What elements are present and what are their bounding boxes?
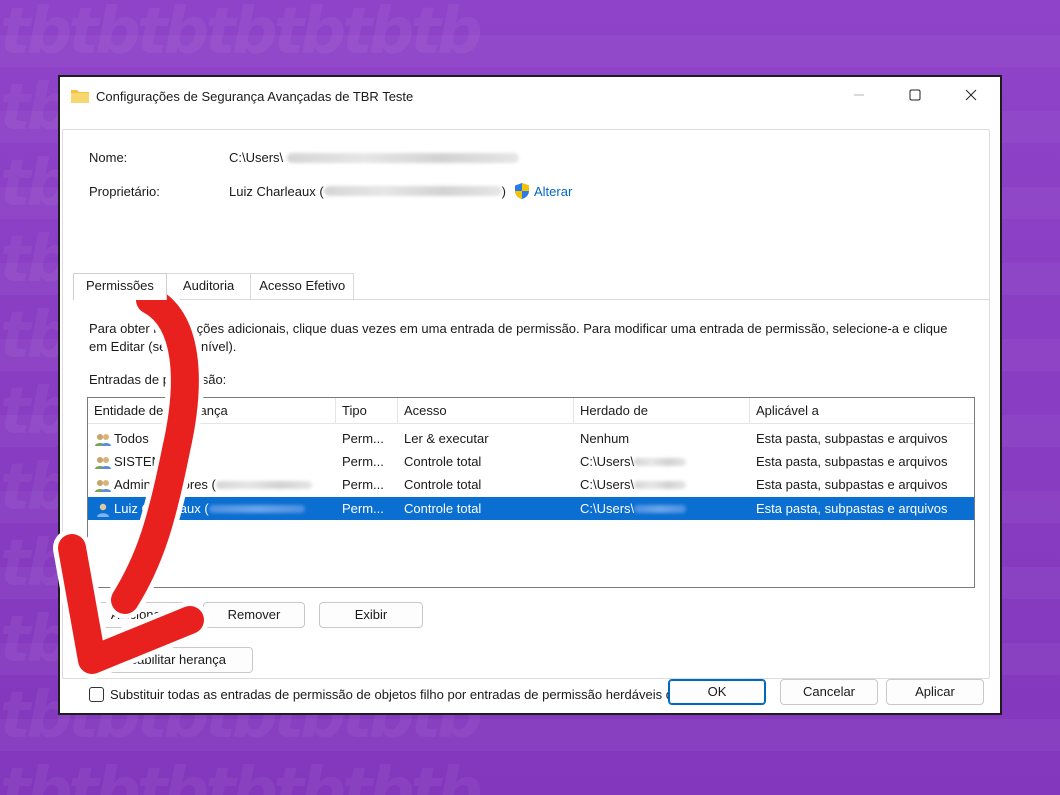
inherited-text: C:\Users\ xyxy=(580,454,635,469)
col-inherited-from[interactable]: Herdado de xyxy=(574,398,750,424)
close-icon xyxy=(965,89,977,101)
add-button[interactable]: Adicionar xyxy=(87,602,189,628)
applies-cell: Esta pasta, subpastas e arquivos xyxy=(756,477,948,492)
replace-child-permissions-checkbox[interactable] xyxy=(89,687,104,702)
col-type[interactable]: Tipo xyxy=(336,398,398,424)
redacted-username xyxy=(634,505,687,513)
principal-cell: SISTEMA xyxy=(94,450,334,473)
principal-name: Todos xyxy=(114,431,149,446)
applies-cell: Esta pasta, subpastas e arquivos xyxy=(756,454,948,469)
group-users-icon xyxy=(95,456,111,469)
name-value: C:\Users\ xyxy=(229,150,520,165)
replace-child-permissions-label: Substituir todas as entradas de permissã… xyxy=(110,687,740,702)
col-principal[interactable]: Entidade de segurança xyxy=(88,398,336,424)
type-cell: Perm... xyxy=(342,477,384,492)
type-cell: Perm... xyxy=(342,454,384,469)
uac-shield-icon xyxy=(515,183,529,199)
redacted-username xyxy=(634,458,687,466)
minimize-icon xyxy=(854,94,864,96)
ok-button[interactable]: OK xyxy=(668,679,766,705)
inherited-cell: C:\Users\ xyxy=(580,497,750,520)
tab-permissions[interactable]: Permissões xyxy=(73,273,167,300)
owner-value: Luiz Charleaux ( ) Alterar xyxy=(229,182,572,200)
inherited-cell: C:\Users\ xyxy=(580,450,750,473)
maximize-icon xyxy=(909,89,921,101)
col-access[interactable]: Acesso xyxy=(398,398,574,424)
table-row[interactable]: Administradores ( Perm... Controle total… xyxy=(88,473,974,496)
title-bar[interactable]: Configurações de Segurança Avançadas de … xyxy=(60,77,1000,117)
window-title: Configurações de Segurança Avançadas de … xyxy=(96,89,414,104)
principal-cell: Luiz Charleaux ( xyxy=(94,497,334,520)
applies-cell: Esta pasta, subpastas e arquivos xyxy=(756,501,948,516)
tab-effective-access[interactable]: Acesso Efetivo xyxy=(250,273,355,299)
group-users-icon xyxy=(95,479,111,492)
redacted-username xyxy=(634,481,687,489)
inherited-cell: Nenhum xyxy=(580,431,630,446)
remove-button[interactable]: Remover xyxy=(203,602,305,628)
principal-name: Luiz Charleaux ( xyxy=(114,501,209,516)
table-row[interactable]: Todos Perm... Ler & executar Nenhum Esta… xyxy=(88,427,974,450)
permission-entries-list[interactable]: Entidade de segurança Tipo Acesso Herdad… xyxy=(87,397,975,588)
inherited-text: C:\Users\ xyxy=(580,477,635,492)
disable-inheritance-button[interactable]: Desabilitar herança xyxy=(87,647,253,673)
apply-button[interactable]: Aplicar xyxy=(886,679,984,705)
maximize-button[interactable] xyxy=(892,77,938,113)
cancel-button[interactable]: Cancelar xyxy=(780,679,878,705)
minimize-button[interactable] xyxy=(836,77,882,113)
owner-name: Luiz Charleaux ( xyxy=(229,183,324,199)
access-cell: Controle total xyxy=(404,454,482,469)
redacted-user-email xyxy=(208,505,305,513)
close-button[interactable] xyxy=(948,77,994,113)
col-applies-to[interactable]: Aplicável a xyxy=(750,398,974,424)
applies-cell: Esta pasta, subpastas e arquivos xyxy=(756,431,948,446)
redacted-path xyxy=(287,152,520,163)
owner-name-end: ) xyxy=(501,183,506,199)
inherited-text: C:\Users\ xyxy=(580,501,635,516)
principal-cell: Administradores ( xyxy=(94,473,334,496)
redacted-owner-email xyxy=(323,186,502,196)
tab-bar: Permissões Auditoria Acesso Efetivo xyxy=(73,273,355,300)
table-row[interactable]: SISTEMA Perm... Controle total C:\Users\… xyxy=(88,450,974,473)
security-settings-window: Configurações de Segurança Avançadas de … xyxy=(58,75,1002,715)
access-cell: Controle total xyxy=(404,501,482,516)
folder-icon xyxy=(71,90,89,103)
tab-auditing[interactable]: Auditoria xyxy=(165,273,252,299)
list-header: Entidade de segurança Tipo Acesso Herdad… xyxy=(88,398,974,424)
owner-label: Proprietário: xyxy=(89,184,160,199)
replace-child-permissions-option[interactable]: Substituir todas as entradas de permissã… xyxy=(89,687,739,702)
content-area: Nome: C:\Users\ Proprietário: Luiz Charl… xyxy=(62,129,990,702)
inherited-cell: C:\Users\ xyxy=(580,473,750,496)
change-owner-link[interactable]: Alterar xyxy=(534,184,572,199)
info-text: Para obter informações adicionais, cliqu… xyxy=(89,321,948,354)
view-button[interactable]: Exibir xyxy=(319,602,423,628)
redacted-group-host xyxy=(215,481,312,489)
access-cell: Ler & executar xyxy=(404,431,489,446)
entries-label: Entradas de permissão: xyxy=(89,372,227,387)
principal-name: Administradores ( xyxy=(114,477,216,492)
table-row-selected[interactable]: Luiz Charleaux ( Perm... Controle total … xyxy=(88,497,974,520)
principal-name: SISTEMA xyxy=(114,454,172,469)
name-label: Nome: xyxy=(89,150,128,165)
single-user-icon xyxy=(97,503,109,517)
access-cell: Controle total xyxy=(404,477,482,492)
principal-cell: Todos xyxy=(94,427,334,450)
group-users-icon xyxy=(95,433,111,446)
type-cell: Perm... xyxy=(342,431,384,446)
type-cell: Perm... xyxy=(342,501,384,516)
name-value-text: C:\Users\ xyxy=(229,150,284,165)
